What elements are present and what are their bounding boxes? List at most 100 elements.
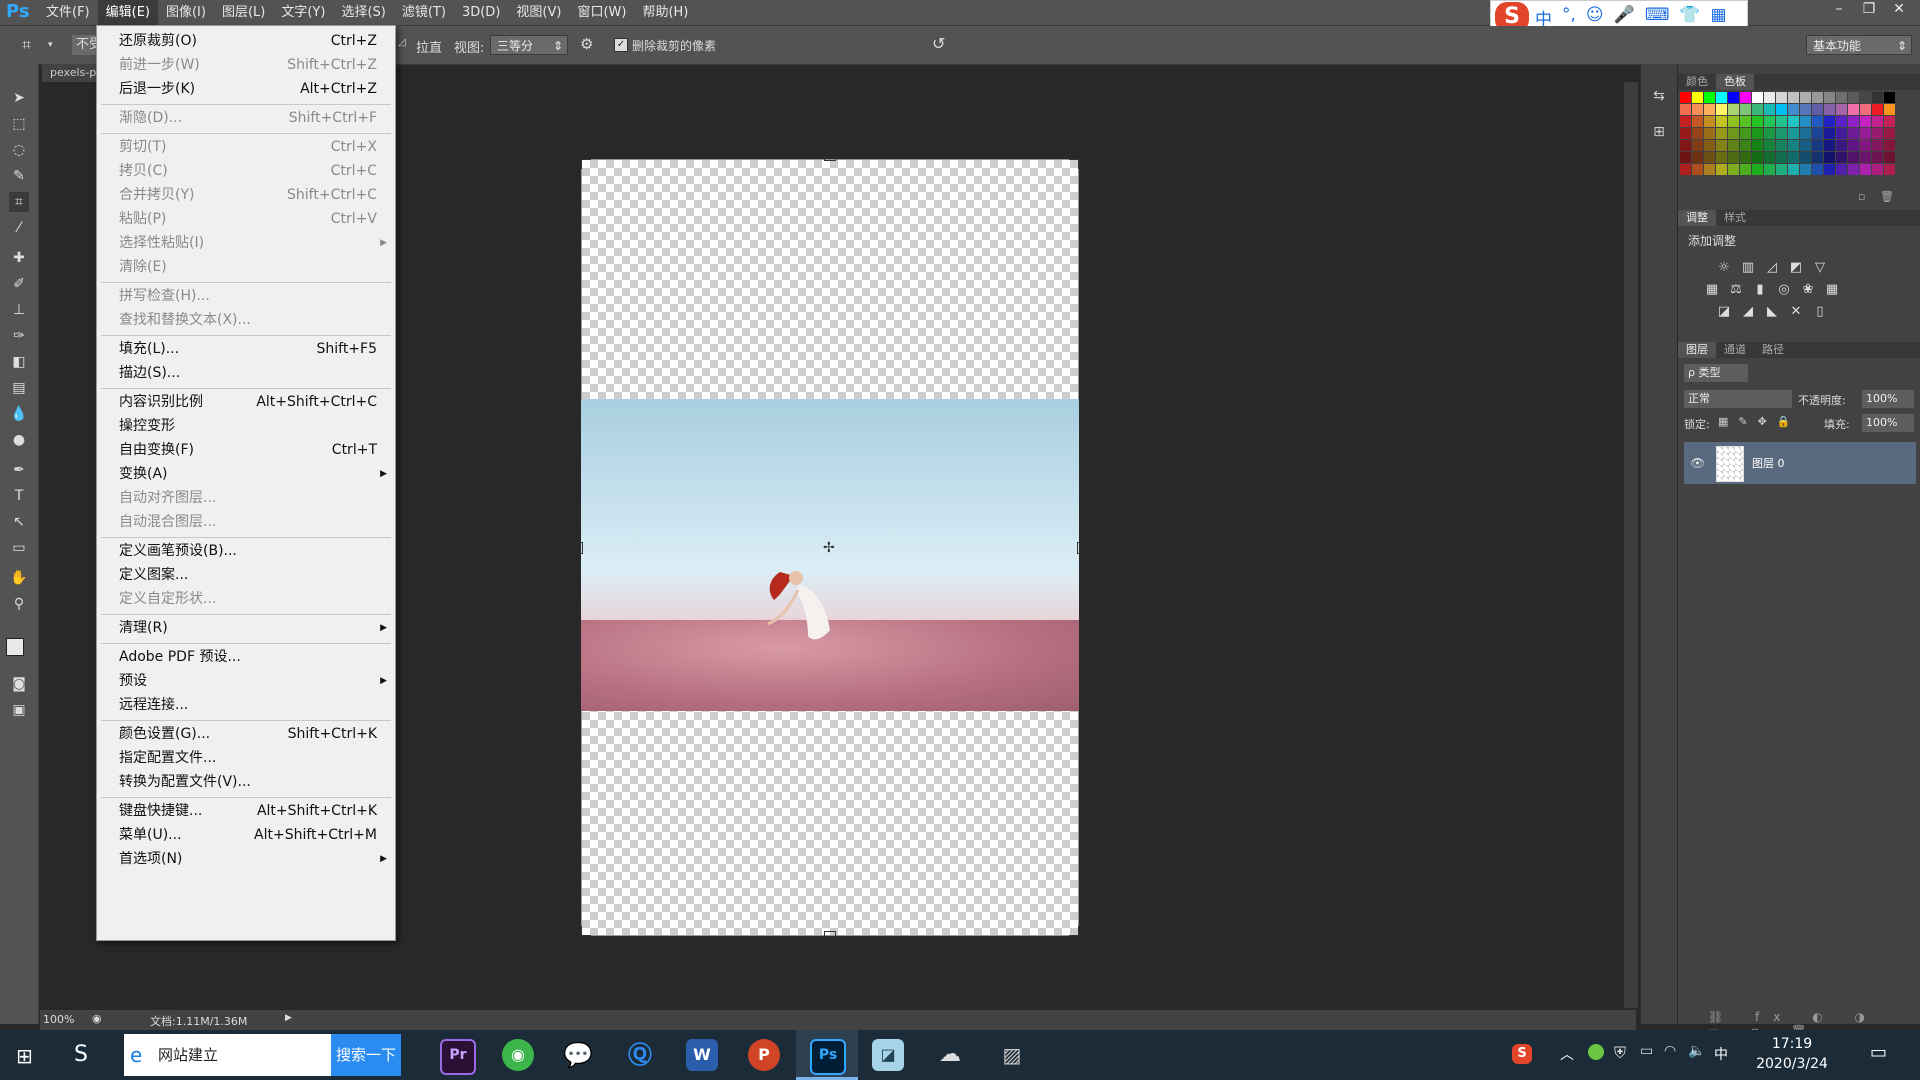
swatch[interactable] (1680, 164, 1691, 175)
tab-styles[interactable]: 样式 (1716, 210, 1754, 226)
swatch[interactable] (1872, 140, 1883, 151)
curves-icon[interactable]: ◿ (1764, 260, 1780, 276)
swatch[interactable] (1728, 140, 1739, 151)
swatch[interactable] (1680, 92, 1691, 103)
eraser-tool-icon[interactable]: ◧ (9, 352, 29, 372)
edit-menu-item[interactable]: 内容识别比例 Alt+Shift+Ctrl+C (97, 391, 395, 413)
swatch[interactable] (1740, 116, 1751, 127)
chevron-down-icon[interactable]: ▾ (48, 40, 53, 50)
swatch[interactable] (1716, 164, 1727, 175)
swatch[interactable] (1860, 104, 1871, 115)
swatch[interactable] (1800, 116, 1811, 127)
notification-icon[interactable]: ▭ (1870, 1042, 1887, 1063)
swatch[interactable] (1740, 140, 1751, 151)
swatch[interactable] (1860, 164, 1871, 175)
crop-handle-bottom[interactable] (824, 931, 836, 936)
layer-filter-select[interactable]: ρ 类型 (1684, 364, 1748, 382)
swatch[interactable] (1728, 92, 1739, 103)
swatch[interactable] (1752, 128, 1763, 139)
qq-browser-icon[interactable]: Ⓠ (624, 1039, 656, 1071)
swatch[interactable] (1836, 104, 1847, 115)
fill-input[interactable]: 100% (1862, 414, 1914, 432)
lasso-tool-icon[interactable]: ◌ (9, 140, 29, 160)
edit-menu-item[interactable]: 远程连接... (97, 694, 395, 716)
tab-layers[interactable]: 图层 (1678, 342, 1716, 358)
swatch[interactable] (1824, 104, 1835, 115)
invert-icon[interactable]: ◪ (1716, 304, 1732, 320)
minimize-icon[interactable]: – (1824, 0, 1854, 20)
history-panel-icon[interactable]: ⇆ (1649, 88, 1669, 108)
swatch[interactable] (1752, 164, 1763, 175)
opacity-input[interactable]: 100% (1862, 390, 1914, 408)
swatch[interactable] (1692, 92, 1703, 103)
swatch[interactable] (1728, 152, 1739, 163)
menu-0[interactable]: 文件(F) (38, 0, 98, 25)
swatch[interactable] (1848, 104, 1859, 115)
tab-swatches[interactable]: 色板 (1716, 74, 1754, 90)
swatch[interactable] (1812, 140, 1823, 151)
swatch[interactable] (1728, 116, 1739, 127)
layer-row[interactable]: 👁 图层 0 (1684, 442, 1916, 484)
remote-icon[interactable]: ☁ (934, 1039, 966, 1071)
history-brush-tool-icon[interactable]: ✑ (9, 326, 29, 346)
swatch[interactable] (1872, 104, 1883, 115)
swatch[interactable] (1704, 128, 1715, 139)
browser-icon[interactable]: ◉ (502, 1039, 534, 1071)
swatch[interactable] (1752, 116, 1763, 127)
swatch[interactable] (1884, 140, 1895, 151)
swatch[interactable] (1824, 92, 1835, 103)
close-icon[interactable]: ✕ (1884, 0, 1914, 20)
swatch[interactable] (1692, 164, 1703, 175)
swatch[interactable] (1824, 152, 1835, 163)
reset-icon[interactable]: ↺ (932, 34, 945, 53)
swatch[interactable] (1776, 152, 1787, 163)
swatch[interactable] (1800, 92, 1811, 103)
swatch[interactable] (1764, 116, 1775, 127)
swatch[interactable] (1788, 104, 1799, 115)
swatch[interactable] (1788, 140, 1799, 151)
swatch[interactable] (1764, 140, 1775, 151)
foreground-color-swatch[interactable] (6, 638, 24, 656)
swatch[interactable] (1836, 92, 1847, 103)
delete-cropped-checkbox[interactable]: ✓ (614, 38, 628, 52)
swatch[interactable] (1764, 128, 1775, 139)
vibrance-icon[interactable]: ▽ (1812, 260, 1828, 276)
edit-menu-item[interactable]: 操控变形 (97, 415, 395, 437)
swatch[interactable] (1680, 140, 1691, 151)
crop-handle-top-right[interactable] (1069, 159, 1079, 169)
swatch[interactable] (1692, 104, 1703, 115)
swatch[interactable] (1860, 140, 1871, 151)
hand-tool-icon[interactable]: ✋ (9, 568, 29, 588)
swatch[interactable] (1704, 116, 1715, 127)
swatch[interactable] (1680, 116, 1691, 127)
swatch[interactable] (1884, 128, 1895, 139)
swatch[interactable] (1692, 140, 1703, 151)
crop-handle-top[interactable] (824, 156, 836, 161)
crop-handle-bottom-right[interactable] (1069, 926, 1079, 936)
swatch[interactable] (1848, 128, 1859, 139)
straighten-label[interactable]: 拉直 (416, 37, 442, 56)
swatch[interactable] (1836, 140, 1847, 151)
edit-menu-item[interactable]: 键盘快捷键... Alt+Shift+Ctrl+K (97, 800, 395, 822)
view-select[interactable]: 三等分 ⇕ (490, 35, 568, 55)
swatch[interactable] (1692, 152, 1703, 163)
swatch[interactable] (1752, 152, 1763, 163)
swatch[interactable] (1776, 128, 1787, 139)
crop-handle-bottom-left[interactable] (581, 926, 591, 936)
swatch[interactable] (1812, 92, 1823, 103)
swatch[interactable] (1704, 104, 1715, 115)
eyedropper-tool-icon[interactable]: ⁄ (9, 218, 29, 238)
menu-3[interactable]: 图层(L) (214, 0, 273, 25)
tab-adjustments[interactable]: 调整 (1678, 210, 1716, 226)
swatch[interactable] (1704, 164, 1715, 175)
photoshop-taskbar-icon[interactable]: Ps (810, 1039, 846, 1075)
edit-menu-item[interactable]: 描边(S)... (97, 362, 395, 384)
restore-icon[interactable]: ❐ (1854, 0, 1884, 20)
swatch[interactable] (1776, 140, 1787, 151)
swatch[interactable] (1800, 164, 1811, 175)
swatch[interactable] (1776, 164, 1787, 175)
powerpoint-icon[interactable]: P (748, 1039, 780, 1071)
swatch[interactable] (1716, 92, 1727, 103)
edit-menu-item[interactable]: 转换为配置文件(V)... (97, 771, 395, 793)
swatch[interactable] (1752, 92, 1763, 103)
